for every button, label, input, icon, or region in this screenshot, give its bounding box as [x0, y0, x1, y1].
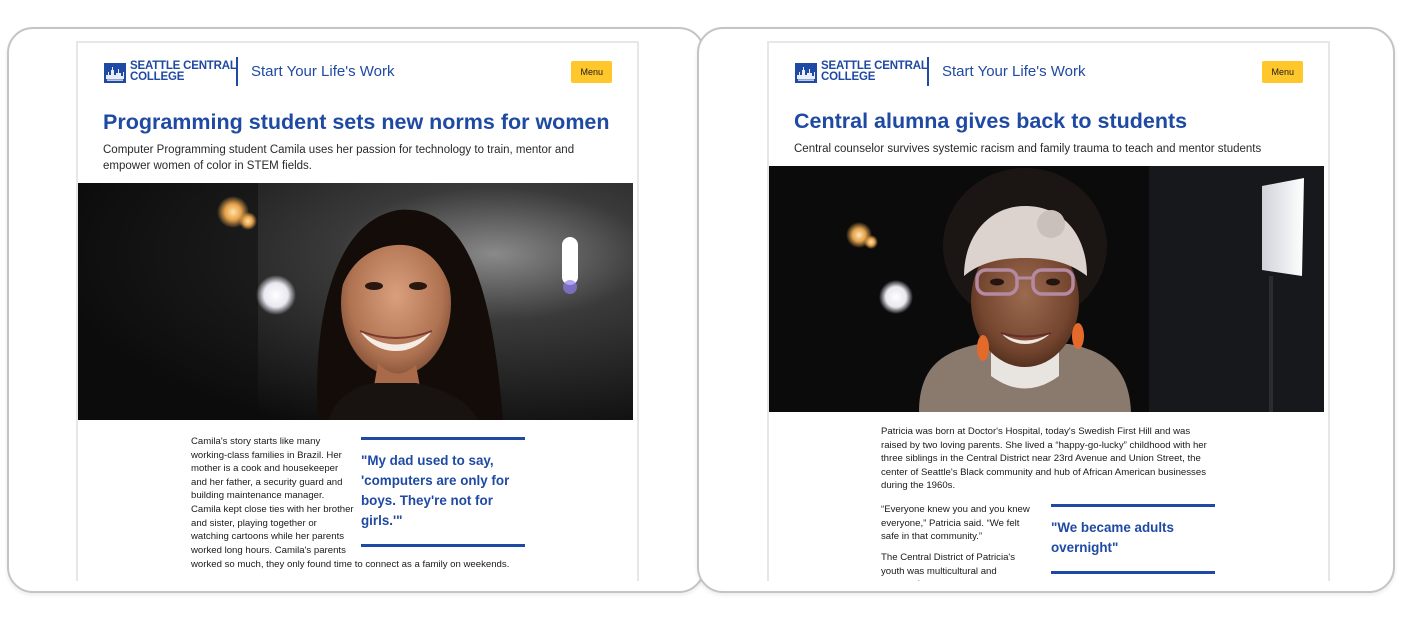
logo-line-2: COLLEGE — [821, 70, 876, 83]
hero-photo — [769, 166, 1324, 412]
menu-button[interactable]: Menu — [571, 61, 612, 83]
site-header: SEATTLE CENTRAL COLLEGE Start Your Life'… — [769, 43, 1328, 103]
site-tagline[interactable]: Start Your Life's Work — [942, 63, 1086, 80]
pull-quote: "My dad used to say, 'computers are only… — [361, 437, 525, 547]
hero-photo-illustration — [78, 183, 633, 420]
college-logo[interactable]: SEATTLE CENTRAL COLLEGE — [795, 61, 928, 83]
hero-photo-illustration — [769, 166, 1324, 412]
pull-quote: "We became adults overnight" — [1051, 504, 1215, 574]
article-body-paragraph: worked so much, they only found time to … — [191, 559, 510, 570]
logo-line-1: SEATTLE CENTRAL — [130, 60, 237, 72]
article-body-paragraph: The Central District of Patricia's youth… — [881, 552, 1016, 581]
logo-wordmark: SEATTLE CENTRAL COLLEGE — [821, 61, 928, 82]
hero-photo — [78, 183, 633, 420]
college-logo[interactable]: SEATTLE CENTRAL COLLEGE — [104, 61, 237, 83]
site-tagline[interactable]: Start Your Life's Work — [251, 63, 395, 80]
article-body-paragraph: Camila's story starts like many working-… — [191, 436, 354, 556]
site-header: SEATTLE CENTRAL COLLEGE Start Your Life'… — [78, 43, 637, 103]
article-page-programming-student[interactable]: SEATTLE CENTRAL COLLEGE Start Your Life'… — [76, 41, 639, 581]
article-body-paragraph: “Everyone knew you and you knew everyone… — [881, 504, 1030, 543]
article-headline: Central alumna gives back to students — [794, 109, 1188, 133]
logo-wordmark: SEATTLE CENTRAL COLLEGE — [130, 61, 237, 82]
header-divider — [236, 57, 238, 86]
skyline-logo-icon — [795, 63, 817, 83]
browser-mockup-left: SEATTLE CENTRAL COLLEGE Start Your Life'… — [7, 27, 705, 593]
article-subhead: Computer Programming student Camila uses… — [103, 144, 575, 172]
skyline-logo-icon — [104, 63, 126, 83]
logo-line-1: SEATTLE CENTRAL — [821, 60, 928, 72]
article-subhead: Central counselor survives systemic raci… — [794, 143, 1262, 155]
article-body-paragraph: Patricia was born at Doctor's Hospital, … — [881, 426, 1207, 492]
article-headline: Programming student sets new norms for w… — [103, 110, 610, 134]
logo-line-2: COLLEGE — [130, 70, 185, 83]
header-divider — [927, 57, 929, 86]
menu-button[interactable]: Menu — [1262, 61, 1303, 83]
browser-mockup-right: SEATTLE CENTRAL COLLEGE Start Your Life'… — [697, 27, 1395, 593]
article-page-central-alumna[interactable]: SEATTLE CENTRAL COLLEGE Start Your Life'… — [767, 41, 1330, 581]
